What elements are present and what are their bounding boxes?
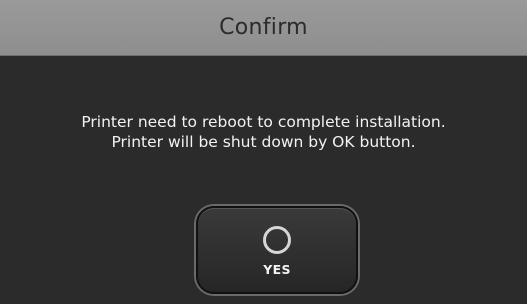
message-line-1: Printer need to reboot to complete insta… (81, 113, 446, 131)
dialog-title-bar: Confirm (0, 0, 527, 56)
message-line-2: Printer will be shut down by OK button. (111, 133, 416, 151)
circle-icon (263, 226, 291, 254)
confirm-dialog: Confirm Printer need to reboot to comple… (0, 0, 527, 304)
yes-button[interactable]: YES (196, 206, 358, 294)
dialog-title: Confirm (219, 15, 308, 40)
dialog-message: Printer need to reboot to complete insta… (0, 112, 527, 152)
yes-button-label: YES (263, 262, 291, 277)
